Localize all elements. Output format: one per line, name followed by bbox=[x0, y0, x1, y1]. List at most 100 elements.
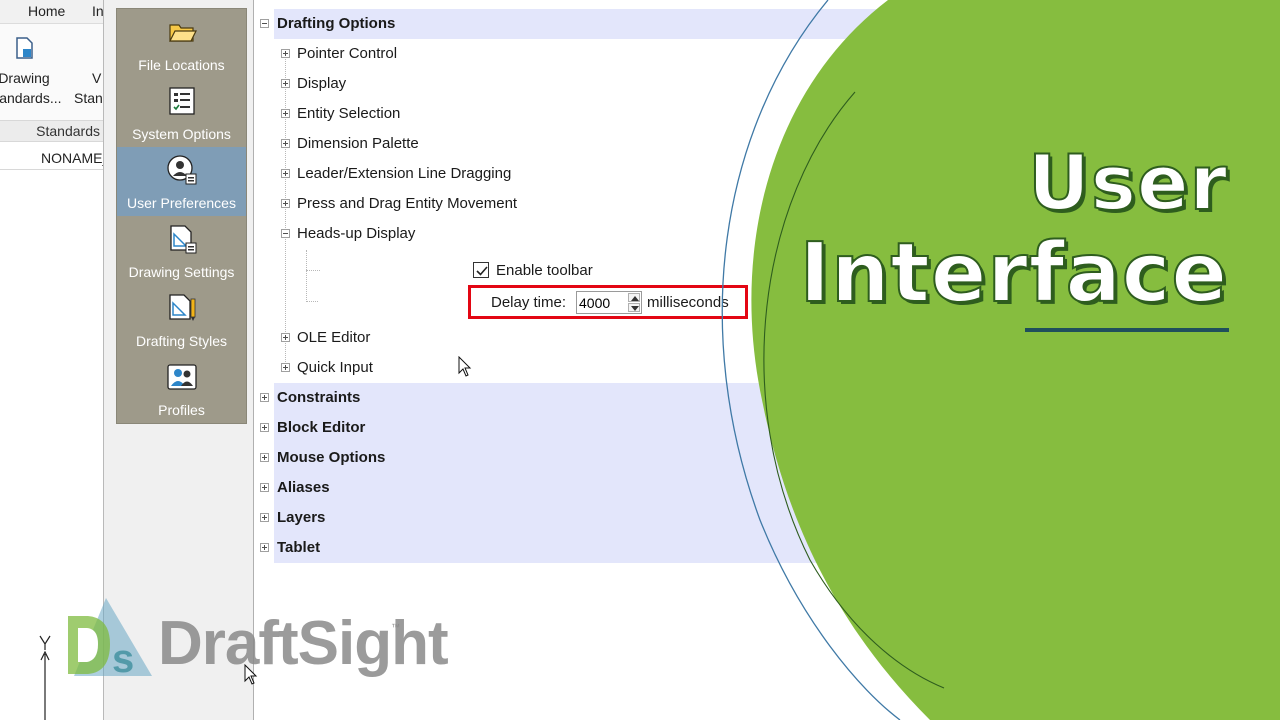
collapse-icon[interactable] bbox=[260, 19, 269, 28]
tree-item-label: Heads-up Display bbox=[297, 225, 416, 242]
draftsight-logo: s DraftSight ™ bbox=[66, 596, 449, 688]
ribbon-tab-bar: Home In bbox=[0, 0, 110, 24]
spin-down-button[interactable] bbox=[628, 303, 640, 312]
tree-item-heads-up-display[interactable]: Heads-up Display bbox=[281, 219, 416, 249]
delay-time-input[interactable] bbox=[579, 293, 625, 312]
document-icon bbox=[16, 37, 33, 59]
expand-icon[interactable] bbox=[281, 49, 290, 58]
tree-item-pointer-control[interactable]: Pointer Control bbox=[281, 39, 398, 69]
category-label: Constraints bbox=[277, 389, 361, 406]
draftsight-wordmark: DraftSight bbox=[158, 609, 449, 678]
tree-item-ole-editor[interactable]: OLE Editor bbox=[281, 323, 371, 353]
tree-item-label: OLE Editor bbox=[297, 329, 371, 346]
folder-icon bbox=[169, 24, 197, 42]
expand-icon[interactable] bbox=[281, 139, 290, 148]
group-label-text: Standards bbox=[36, 123, 100, 139]
expand-icon[interactable] bbox=[260, 483, 269, 492]
tree-item-label: Entity Selection bbox=[297, 105, 401, 122]
tree-item-label: Leader/Extension Line Dragging bbox=[297, 165, 512, 182]
nav-label: Profiles bbox=[158, 402, 205, 418]
expand-icon[interactable] bbox=[260, 393, 269, 402]
user-preferences-icon bbox=[167, 155, 197, 185]
tree-item-label: Display bbox=[297, 75, 347, 92]
document-tab-label: NONAME_ bbox=[41, 150, 110, 166]
delay-time-label: Delay time: bbox=[491, 294, 567, 311]
arrow-up-icon bbox=[631, 296, 639, 301]
category-label: Drafting Options bbox=[277, 15, 396, 32]
tree-item-label: Quick Input bbox=[297, 359, 373, 376]
nav-label: Drafting Styles bbox=[135, 333, 228, 349]
tree-category-constraints[interactable]: Constraints bbox=[260, 383, 894, 413]
category-label: Aliases bbox=[277, 479, 330, 496]
button-label-line2: Standards... bbox=[0, 90, 62, 106]
expand-icon[interactable] bbox=[281, 363, 290, 372]
ribbon-tab-home[interactable]: Home bbox=[28, 3, 65, 19]
tree-item-quick-input[interactable]: Quick Input bbox=[281, 353, 373, 383]
enable-toolbar-checkbox[interactable] bbox=[473, 262, 489, 278]
nav-label: File Locations bbox=[138, 57, 225, 73]
svg-text:s: s bbox=[112, 637, 134, 681]
expand-icon[interactable] bbox=[281, 333, 290, 342]
tree-item-label: Pointer Control bbox=[297, 45, 398, 62]
tree-category-layers[interactable]: Layers bbox=[260, 503, 894, 533]
checkmark-icon bbox=[476, 266, 488, 276]
tree-category-mouse-options[interactable]: Mouse Options bbox=[260, 443, 894, 473]
tree-item-display[interactable]: Display bbox=[281, 69, 347, 99]
expand-icon[interactable] bbox=[260, 423, 269, 432]
nav-drafting-styles[interactable]: Drafting Styles bbox=[117, 285, 246, 354]
category-label: Mouse Options bbox=[277, 449, 386, 466]
nav-user-preferences[interactable]: User Preferences bbox=[117, 147, 246, 216]
title-underline bbox=[1025, 328, 1229, 332]
tree-item-entity-selection[interactable]: Entity Selection bbox=[281, 99, 401, 129]
tree-category-drafting-options[interactable]: Drafting Options bbox=[260, 9, 894, 39]
tree-guide bbox=[306, 270, 320, 271]
tree-item-press-and-drag[interactable]: Press and Drag Entity Movement bbox=[281, 189, 518, 219]
tree-guide bbox=[285, 54, 286, 368]
delay-time-unit: milliseconds bbox=[647, 294, 729, 311]
drawing-standards-button[interactable]: Drawing Standards... bbox=[0, 36, 62, 108]
mouse-pointer-icon bbox=[458, 356, 472, 377]
expand-icon[interactable] bbox=[281, 109, 290, 118]
expand-icon[interactable] bbox=[260, 453, 269, 462]
spin-buttons bbox=[628, 293, 640, 312]
title-line-1: User bbox=[1027, 137, 1228, 228]
nav-label: User Preferences bbox=[127, 195, 236, 211]
ucs-axis-icon bbox=[39, 635, 51, 720]
document-tab[interactable]: NONAME_ bbox=[0, 146, 110, 170]
draftsight-ds-mark-icon: s bbox=[68, 598, 152, 681]
ribbon-group-label: Standards bbox=[0, 120, 110, 142]
expand-icon[interactable] bbox=[260, 543, 269, 552]
tree-guide bbox=[306, 250, 307, 302]
nav-system-options[interactable]: System Options bbox=[117, 78, 246, 147]
drawing-settings-icon bbox=[170, 225, 197, 254]
nav-label: Drawing Settings bbox=[128, 264, 235, 280]
tree-category-tablet[interactable]: Tablet bbox=[260, 533, 894, 563]
button-label-line1: Drawing bbox=[0, 70, 50, 86]
tree-item-leader-extension-line-dragging[interactable]: Leader/Extension Line Dragging bbox=[281, 159, 512, 189]
arrow-down-icon bbox=[631, 306, 639, 311]
tree-category-aliases[interactable]: Aliases bbox=[260, 473, 894, 503]
collapse-icon[interactable] bbox=[281, 229, 290, 238]
title-line-2: Interface bbox=[799, 225, 1228, 322]
category-label: Layers bbox=[277, 509, 326, 526]
category-label: Block Editor bbox=[277, 419, 366, 436]
tree-item-dimension-palette[interactable]: Dimension Palette bbox=[281, 129, 419, 159]
tree-guide bbox=[306, 301, 318, 302]
spin-up-button[interactable] bbox=[628, 293, 640, 302]
tree-category-block-editor[interactable]: Block Editor bbox=[260, 413, 894, 443]
delay-time-highlight: Delay time: milliseconds bbox=[468, 285, 748, 319]
expand-icon[interactable] bbox=[260, 513, 269, 522]
expand-icon[interactable] bbox=[281, 79, 290, 88]
nav-file-locations[interactable]: File Locations bbox=[117, 9, 246, 78]
nav-profiles[interactable]: Profiles bbox=[117, 354, 246, 423]
delay-time-spinbox[interactable] bbox=[576, 291, 642, 314]
expand-icon[interactable] bbox=[281, 199, 290, 208]
mouse-pointer-icon bbox=[244, 664, 258, 685]
nav-drawing-settings[interactable]: Drawing Settings bbox=[117, 216, 246, 285]
profiles-icon bbox=[167, 364, 197, 390]
enable-toolbar-label: Enable toolbar bbox=[496, 262, 593, 279]
tree-item-label: Press and Drag Entity Movement bbox=[297, 195, 518, 212]
nav-label: System Options bbox=[132, 126, 231, 142]
expand-icon[interactable] bbox=[281, 169, 290, 178]
ribbon-tab-insert[interactable]: In bbox=[92, 3, 104, 19]
